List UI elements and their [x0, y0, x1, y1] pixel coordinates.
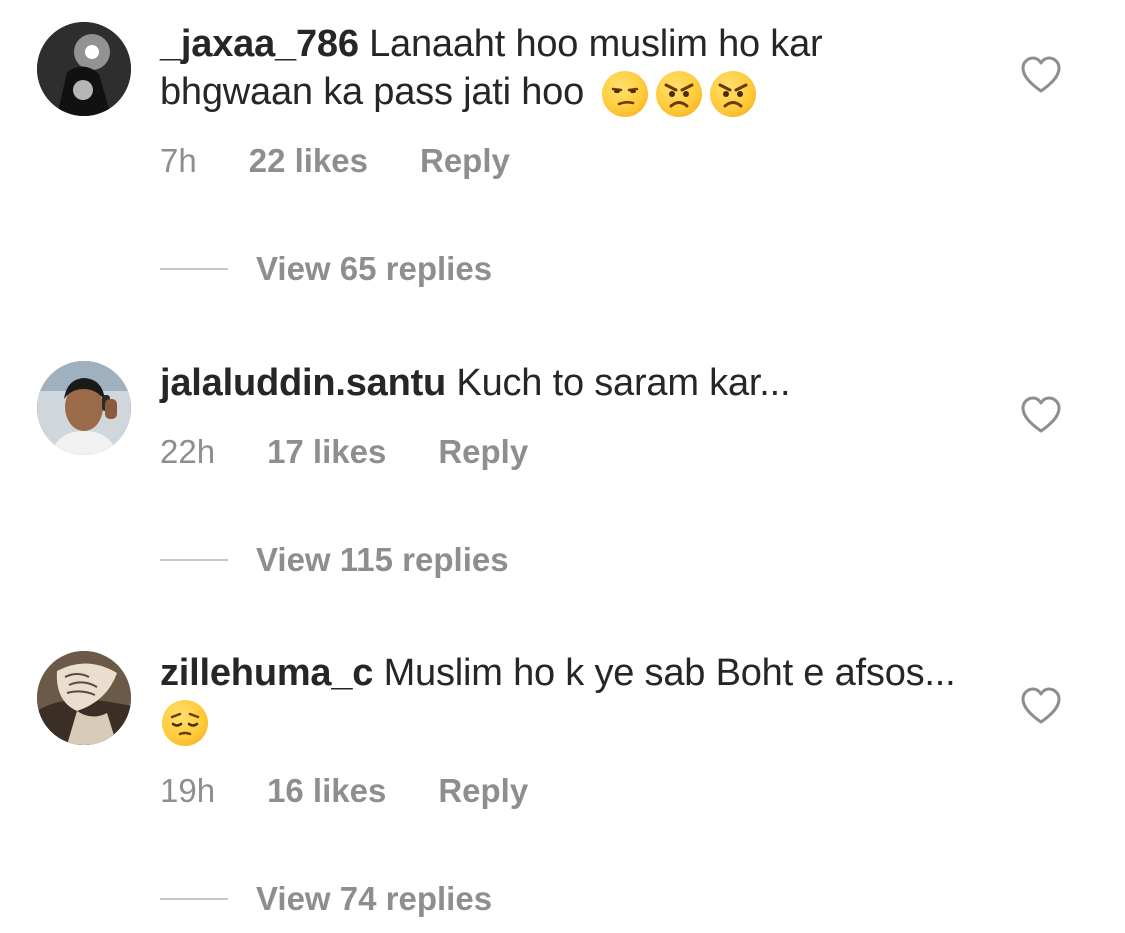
view-replies-label: View 65 replies	[256, 250, 493, 287]
pensive-face-icon	[162, 699, 208, 746]
comment-username[interactable]: _jaxaa_786	[160, 23, 359, 65]
comment-username[interactable]: jalaluddin.santu	[160, 362, 446, 404]
like-heart-icon[interactable]	[1020, 686, 1062, 726]
divider-line	[160, 898, 228, 900]
unamused-face-icon	[602, 70, 649, 117]
reply-button[interactable]: Reply	[438, 433, 528, 471]
emoji-row	[602, 70, 757, 117]
avatar[interactable]	[37, 361, 131, 455]
comment-body: Muslim ho k ye sab Boht e afsos...	[383, 652, 956, 694]
comment-text: zillehuma_c Muslim ho k ye sab Boht e af…	[160, 649, 960, 746]
divider-line	[160, 559, 228, 561]
emoji-row	[162, 699, 208, 746]
comment-meta: 19h 16 likes Reply	[160, 772, 580, 810]
angry-face-icon	[710, 70, 757, 117]
comment-meta: 22h 17 likes Reply	[160, 433, 580, 471]
view-replies-link[interactable]: View 74 replies	[160, 880, 492, 918]
view-replies-link[interactable]: View 65 replies	[160, 250, 492, 288]
comment-time: 7h	[160, 142, 197, 179]
angry-face-icon	[656, 70, 703, 117]
avatar[interactable]	[37, 651, 131, 745]
comment-username[interactable]: zillehuma_c	[160, 652, 373, 694]
likes-count[interactable]: 22 likes	[249, 142, 368, 180]
comment-text: jalaluddin.santu Kuch to saram kar...	[160, 359, 960, 407]
view-replies-link[interactable]: View 115 replies	[160, 541, 509, 579]
comment-meta: 7h 22 likes Reply	[160, 142, 562, 180]
like-heart-icon[interactable]	[1020, 55, 1062, 95]
avatar[interactable]	[37, 22, 131, 116]
comment-text: _jaxaa_786 Lanaaht hoo muslim ho kar bhg…	[160, 20, 960, 117]
view-replies-label: View 115 replies	[256, 541, 509, 578]
view-replies-label: View 74 replies	[256, 880, 493, 917]
comment-body: Kuch to saram kar...	[456, 362, 791, 404]
likes-count[interactable]: 16 likes	[267, 772, 386, 810]
reply-button[interactable]: Reply	[438, 772, 528, 810]
comment-time: 19h	[160, 772, 216, 809]
comment-time: 22h	[160, 433, 216, 470]
reply-button[interactable]: Reply	[420, 142, 510, 180]
like-heart-icon[interactable]	[1020, 395, 1062, 435]
divider-line	[160, 268, 228, 270]
likes-count[interactable]: 17 likes	[267, 433, 386, 471]
